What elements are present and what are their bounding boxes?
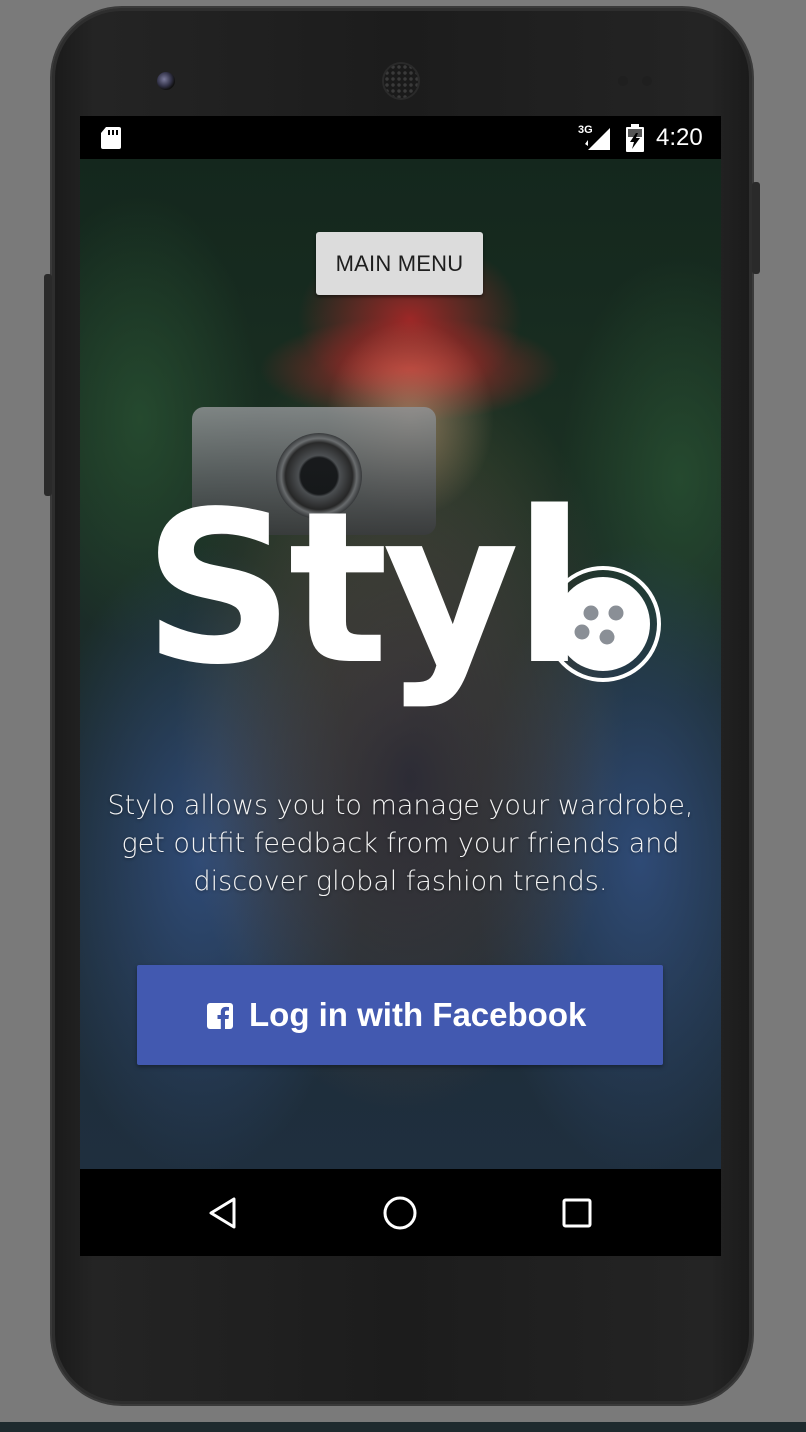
background-strip: [0, 1422, 806, 1432]
back-icon: [209, 1197, 236, 1229]
power-key: [752, 182, 760, 274]
recents-icon: [562, 1198, 592, 1228]
battery-charging-icon: [626, 124, 644, 152]
button-icon: [545, 566, 661, 682]
home-icon: [383, 1196, 417, 1230]
login-screen: MAIN MENU Styl Stylo allows you to manag…: [80, 159, 721, 1169]
light-sensor: [642, 76, 652, 86]
earpiece-speaker: [384, 64, 418, 98]
nav-recents-button[interactable]: [547, 1183, 607, 1243]
nav-back-button[interactable]: [193, 1183, 253, 1243]
main-menu-button[interactable]: MAIN MENU: [316, 232, 483, 295]
status-bar: 3G 4:20: [80, 116, 721, 159]
cell-signal-icon: 3G: [578, 124, 612, 152]
volume-key: [44, 274, 52, 496]
navigation-bar: [80, 1169, 721, 1256]
front-camera: [157, 72, 175, 90]
facebook-login-button[interactable]: Log in with Facebook: [137, 965, 663, 1065]
stylo-logo: Styl: [135, 474, 675, 724]
device-screen: 3G 4:20 MAIN MENU Styl Stylo allows you …: [80, 116, 721, 1256]
nav-home-button[interactable]: [370, 1183, 430, 1243]
facebook-icon: [207, 1003, 233, 1029]
facebook-login-label: Log in with Facebook: [249, 996, 587, 1033]
status-clock: 4:20: [656, 124, 703, 151]
sd-card-icon: [101, 127, 121, 149]
logo-wordmark: Styl: [143, 466, 586, 711]
app-tagline: Stylo allows you to manage your wardrobe…: [107, 790, 694, 897]
proximity-sensor: [618, 76, 628, 86]
